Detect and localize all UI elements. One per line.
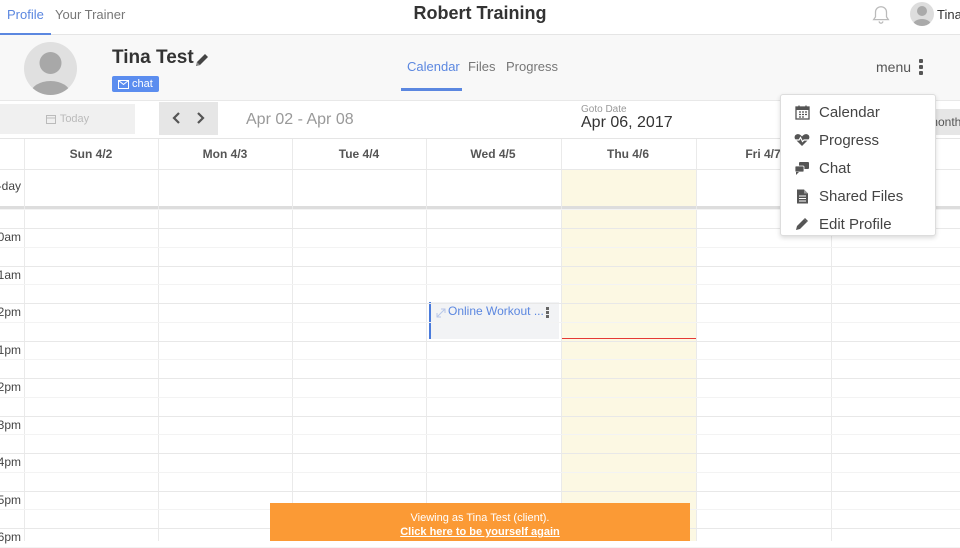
hour-line xyxy=(0,490,960,492)
today-column-highlight xyxy=(562,169,696,541)
half-hour-line xyxy=(0,471,960,473)
client-avatar xyxy=(24,42,77,95)
time-label: 5pm xyxy=(0,492,21,507)
menu-item-label: Chat xyxy=(819,159,851,177)
half-hour-line xyxy=(0,359,960,361)
edit-name-pencil-icon[interactable] xyxy=(194,52,210,68)
menu-item-edit-profile[interactable]: Edit Profile xyxy=(781,210,935,238)
app-title: Robert Training xyxy=(413,3,547,23)
time-label: 11am xyxy=(0,267,21,282)
half-hour-line xyxy=(0,396,960,398)
return-to-self-link[interactable]: Click here to be yourself again xyxy=(400,526,560,538)
profile-header: Tina Test chat Calendar Files Progress m… xyxy=(0,35,960,101)
time-label: 3pm xyxy=(0,417,21,432)
prev-week-button[interactable] xyxy=(168,111,186,127)
file-icon xyxy=(794,188,810,204)
bell-icon[interactable] xyxy=(870,4,892,26)
menu-item-calendar[interactable]: Calendar xyxy=(781,98,935,126)
hour-line xyxy=(0,303,960,304)
menu-item-label: Shared Files xyxy=(819,187,904,205)
menu-label: menu xyxy=(876,59,912,75)
hour-line xyxy=(0,265,960,267)
profile-menu-dropdown: Calendar Progress Chat Shared Files Edit… xyxy=(780,94,936,236)
user-name[interactable]: Tina xyxy=(937,7,960,22)
chevron-left-icon xyxy=(172,111,181,124)
half-hour-line xyxy=(0,246,960,248)
half-hour-line xyxy=(0,321,960,323)
tab-your-trainer[interactable]: Your Trainer xyxy=(55,0,125,35)
today-label: Today xyxy=(59,113,90,125)
active-subtab-indicator xyxy=(401,88,462,91)
time-label: 10am xyxy=(0,230,21,244)
kebab-icon xyxy=(919,59,924,75)
day-header[interactable]: Wed 4/5 xyxy=(426,139,560,169)
menu-item-label: Edit Profile xyxy=(819,215,892,233)
subtab-progress[interactable]: Progress xyxy=(506,59,558,74)
client-name: Tina Test xyxy=(112,47,194,68)
allday-label: all-day xyxy=(0,179,21,193)
chevron-right-icon xyxy=(196,111,205,124)
chat-icon xyxy=(794,160,810,176)
next-week-button[interactable] xyxy=(191,111,209,127)
hour-line xyxy=(0,415,960,417)
day-header[interactable]: Tue 4/4 xyxy=(292,139,426,169)
envelope-icon xyxy=(118,79,129,89)
menu-button[interactable]: menu xyxy=(876,59,924,75)
week-nav xyxy=(159,102,218,135)
menu-item-progress[interactable]: Progress xyxy=(781,126,935,154)
time-label: 1pm xyxy=(0,342,21,357)
chat-label: chat xyxy=(132,78,153,90)
chat-button[interactable]: chat xyxy=(112,76,159,92)
impersonation-banner: Viewing as Tina Test (client). Click her… xyxy=(270,503,690,541)
menu-item-label: Calendar xyxy=(819,103,880,121)
time-label: 6pm xyxy=(0,530,21,544)
current-time-indicator xyxy=(562,338,696,339)
tab-profile[interactable]: Profile xyxy=(0,0,51,35)
day-header[interactable]: Thu 4/6 xyxy=(561,139,695,169)
time-label: 4pm xyxy=(0,455,21,469)
subtab-files[interactable]: Files xyxy=(468,59,495,74)
time-label: 12pm xyxy=(0,305,21,319)
subtab-calendar[interactable]: Calendar xyxy=(407,59,460,74)
hour-line xyxy=(0,378,960,379)
user-avatar[interactable] xyxy=(910,2,934,26)
goto-date-input[interactable]: Apr 06, 2017 xyxy=(581,114,673,132)
banner-message: Viewing as Tina Test (client). xyxy=(410,512,550,524)
resize-icon xyxy=(436,308,446,318)
pencil-icon xyxy=(794,216,810,232)
today-button[interactable]: Today xyxy=(0,104,135,134)
calendar-event[interactable]: Online Workout ... xyxy=(429,302,559,339)
event-title: Online Workout ... xyxy=(448,304,544,318)
menu-item-label: Progress xyxy=(819,131,880,149)
heartbeat-icon xyxy=(794,132,810,148)
day-header[interactable]: Mon 4/3 xyxy=(158,139,292,169)
hour-line xyxy=(0,340,960,342)
hour-line xyxy=(0,453,960,454)
time-label: 2pm xyxy=(0,380,21,394)
half-hour-line xyxy=(0,434,960,436)
menu-item-shared-files[interactable]: Shared Files xyxy=(781,182,935,210)
calendar-icon xyxy=(794,104,810,120)
date-range: Apr 02 - Apr 08 xyxy=(246,111,354,128)
half-hour-line xyxy=(0,284,960,286)
calendar-icon xyxy=(45,115,56,124)
event-options-icon[interactable] xyxy=(546,307,549,318)
day-header[interactable]: Sun 4/2 xyxy=(24,139,158,169)
menu-item-chat[interactable]: Chat xyxy=(781,154,935,182)
top-bar: Profile Your Trainer Robert Training Tin… xyxy=(0,0,960,35)
